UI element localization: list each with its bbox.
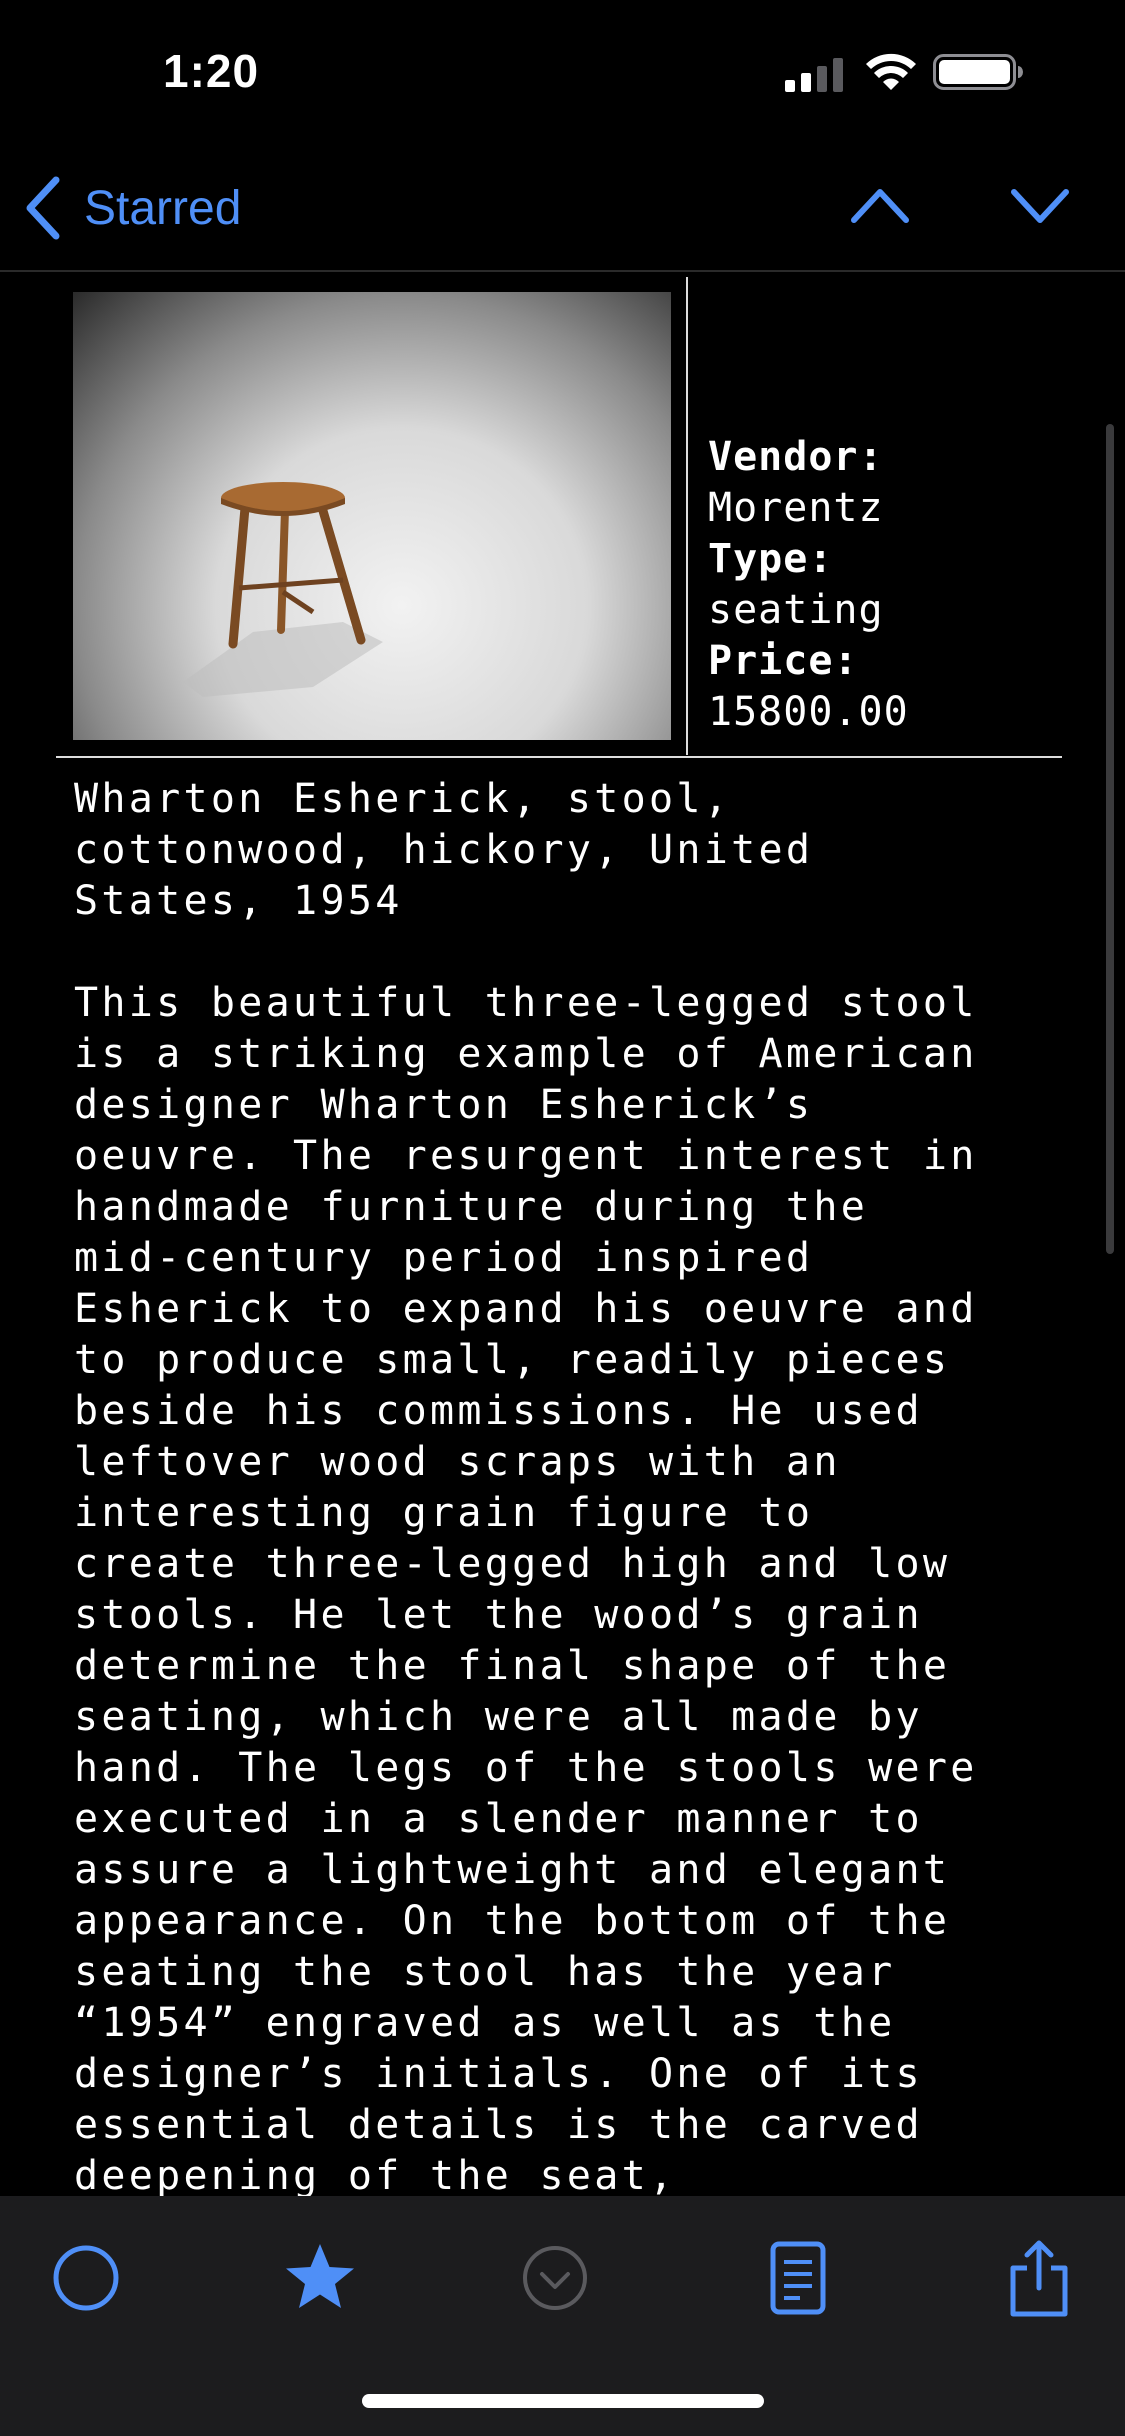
item-detail[interactable]: Vendor: Morentz Type: seating Price: 158… bbox=[0, 274, 1125, 2196]
price-value: 15800.00 bbox=[708, 689, 909, 735]
stool-illustration bbox=[183, 482, 383, 697]
vendor-label: Vendor: bbox=[708, 434, 884, 480]
back-label: Starred bbox=[84, 181, 242, 235]
back-button[interactable]: Starred bbox=[24, 176, 241, 240]
horizontal-divider bbox=[56, 756, 1062, 758]
wifi-icon bbox=[866, 53, 916, 90]
checkmark-circle-icon[interactable] bbox=[515, 2238, 595, 2318]
navigation-bar: Starred bbox=[0, 140, 1125, 272]
scrollbar[interactable] bbox=[1106, 424, 1114, 1254]
type-value: seating bbox=[708, 587, 884, 633]
product-image bbox=[73, 292, 671, 740]
vertical-divider bbox=[686, 277, 688, 755]
vendor-value: Morentz bbox=[708, 485, 884, 531]
share-icon[interactable] bbox=[999, 2238, 1079, 2318]
item-description: Wharton Esherick, stool, cottonwood, hic… bbox=[74, 776, 978, 2196]
status-icons bbox=[785, 52, 1025, 92]
cellular-signal-icon bbox=[785, 58, 843, 92]
price-label: Price: bbox=[708, 638, 859, 684]
home-indicator[interactable] bbox=[362, 2394, 764, 2408]
status-time: 1:20 bbox=[163, 45, 260, 97]
chevron-down-icon[interactable] bbox=[1010, 186, 1070, 226]
chevron-up-icon[interactable] bbox=[850, 186, 910, 226]
document-icon[interactable] bbox=[758, 2238, 838, 2318]
star-icon[interactable] bbox=[280, 2238, 360, 2318]
type-label: Type: bbox=[708, 536, 834, 582]
circle-icon[interactable] bbox=[46, 2238, 126, 2318]
chevron-left-icon bbox=[26, 176, 60, 240]
item-meta: Vendor: Morentz Type: seating Price: 158… bbox=[708, 432, 1088, 738]
battery-icon bbox=[933, 54, 1023, 90]
status-bar: 1:20 bbox=[0, 0, 1125, 140]
